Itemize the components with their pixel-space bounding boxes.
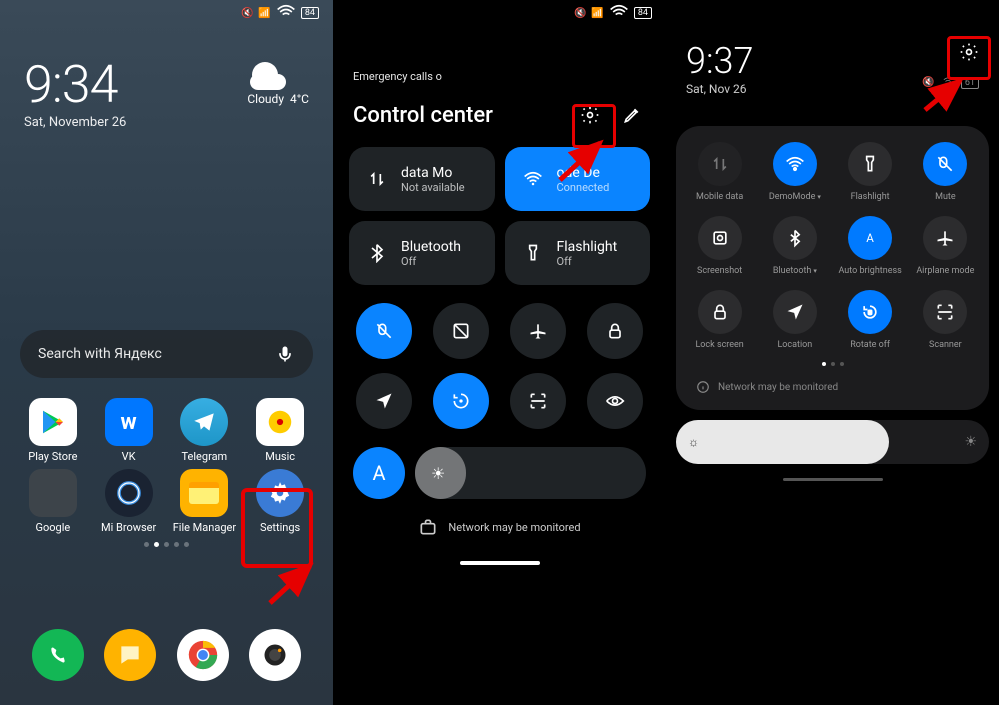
flashlight-icon [523,243,543,263]
screenshot-icon [451,321,471,341]
quick-settings-panel: 9:37 Sat, Nov 26 🔇 61 Mobile dataDemoMod… [666,0,999,705]
briefcase-icon [418,517,438,537]
dock-messages[interactable] [104,629,156,681]
svg-text:A: A [866,231,874,245]
tile-mobile-data[interactable]: data MoNot available [349,147,495,211]
cc-lock-button[interactable] [587,303,643,359]
scanner-icon [528,391,548,411]
cc-location-button[interactable] [356,373,412,429]
qs-item-bluetooth[interactable]: Bluetooth▾ [757,216,832,276]
dock-chrome[interactable] [177,629,229,681]
data-icon [367,169,387,189]
sun-high-icon: ☀ [964,434,977,450]
auto-brightness-button[interactable]: A [353,447,405,499]
app-play-store[interactable]: Play Store [18,398,88,463]
battery-indicator: 84 [301,7,319,19]
signal-icon: 📶 [258,8,270,19]
qs-page-indicator [682,350,983,374]
cc-eye-button[interactable] [587,373,643,429]
location-icon [374,391,394,411]
app-music[interactable]: Music [245,398,315,463]
mute-status-icon: 🔇 [241,8,253,19]
annotation-highlight-cc-gear [572,104,616,148]
bluetooth-icon [367,243,387,263]
cc-rotate-button[interactable] [433,373,489,429]
sun-low-icon: ☀ [431,464,445,483]
cc-mute-button[interactable] [356,303,412,359]
cc-scanner-button[interactable] [510,373,566,429]
app-telegram[interactable]: Telegram [170,398,240,463]
mute-status-icon: 🔇 [922,77,934,88]
qs-item-demomode[interactable]: DemoMode▾ [757,142,832,202]
status-bar: 🔇 📶 84 [0,0,333,26]
qs-item-mute[interactable]: Mute [908,142,983,202]
app-google-folder[interactable]: Google [18,469,88,534]
battery-indicator: 84 [634,7,652,19]
qs-item-scanner[interactable]: Scanner [908,290,983,350]
wifi-icon [523,169,543,189]
annotation-highlight-qs-gear [947,36,991,80]
app-grid-row1: Play Store w VK Telegram Music [0,378,333,463]
eye-icon [605,391,625,411]
signal-icon: 📶 [591,8,603,19]
qs-brightness-slider[interactable]: ☼ ☀ [676,420,989,464]
wifi-status-icon [609,2,629,25]
qs-item-airplane-mode[interactable]: Airplane mode [908,216,983,276]
tile-flashlight[interactable]: FlashlightOff [505,221,651,285]
annotation-highlight-settings [241,488,313,568]
control-center: 🔇 📶 84 Emergency calls o Control center … [333,0,666,705]
cloud-icon [247,62,291,92]
status-bar: 🔇 📶 84 [333,0,666,26]
brightness-slider[interactable]: ☀ [415,447,646,499]
edit-icon [622,105,642,125]
qs-network-monitored[interactable]: Network may be monitored [682,374,983,404]
search-bar[interactable]: Search with Яндекс [20,330,313,378]
wifi-status-icon [276,2,296,25]
qs-item-lock-screen[interactable]: Lock screen [682,290,757,350]
lock-icon [605,321,625,341]
mic-icon[interactable] [275,344,295,364]
app-vk[interactable]: w VK [94,398,164,463]
mute-icon [374,321,394,341]
mute-status-icon: 🔇 [574,8,586,19]
tile-wifi[interactable]: ode DeConnected [505,147,651,211]
search-placeholder: Search with Яндекс [38,346,275,362]
control-center-title: Control center [353,103,493,128]
clock-date: Sat, November 26 [24,115,309,130]
dock-camera[interactable] [249,629,301,681]
network-monitored-notice[interactable]: Network may be monitored [333,499,666,555]
qs-item-rotate-off[interactable]: Rotate off [833,290,908,350]
emergency-calls-label: Emergency calls o [333,26,666,83]
drag-handle[interactable] [460,561,540,565]
sun-low-icon: ☼ [688,435,699,449]
dock-phone[interactable] [32,629,84,681]
cc-edit-button[interactable] [618,101,646,129]
cc-airplane-button[interactable] [510,303,566,359]
airplane-icon [528,321,548,341]
qs-item-auto-brightness[interactable]: AAuto brightness [833,216,908,276]
dock [0,615,333,695]
info-icon [696,380,710,394]
weather-widget[interactable]: Cloudy 4°C [247,62,309,106]
qs-item-flashlight[interactable]: Flashlight [833,142,908,202]
qs-item-location[interactable]: Location [757,290,832,350]
qs-item-screenshot[interactable]: Screenshot [682,216,757,276]
cc-screenshot-button[interactable] [433,303,489,359]
nav-handle[interactable] [783,478,883,481]
app-file-manager[interactable]: File Manager [170,469,240,534]
rotate-lock-icon [451,391,471,411]
tile-bluetooth[interactable]: BluetoothOff [349,221,495,285]
homescreen: 🔇 📶 84 9:34 Sat, November 26 Cloudy 4°C … [0,0,333,705]
app-mi-browser[interactable]: Mi Browser [94,469,164,534]
qs-item-mobile-data[interactable]: Mobile data [682,142,757,202]
